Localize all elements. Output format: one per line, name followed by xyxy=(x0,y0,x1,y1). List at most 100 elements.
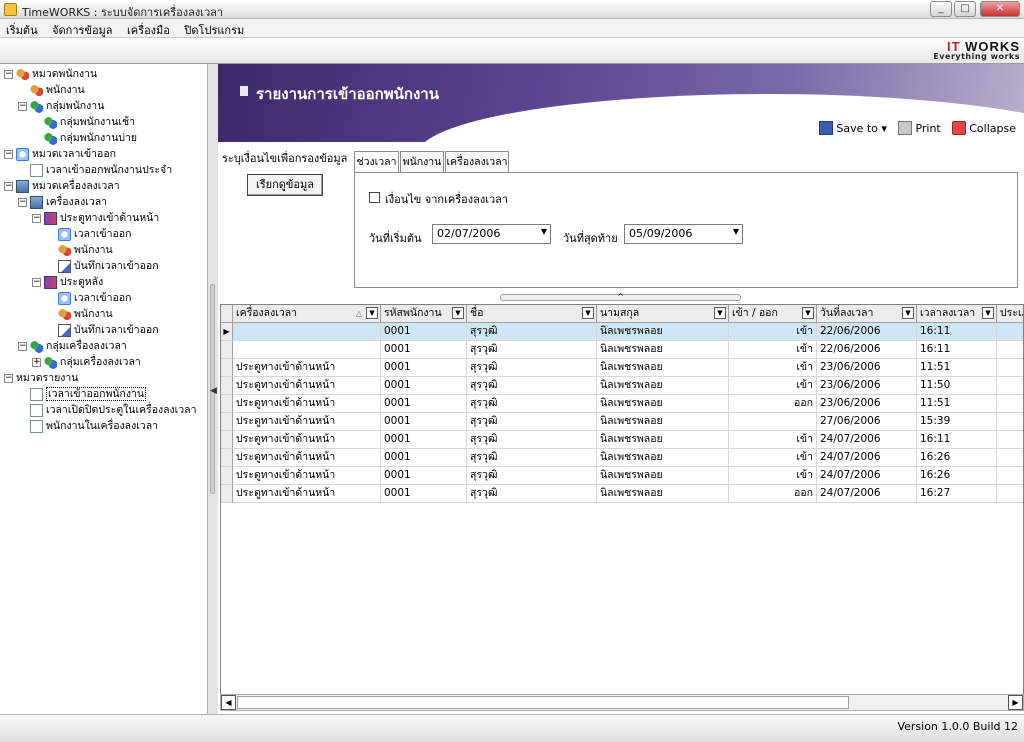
row-indicator[interactable] xyxy=(221,413,233,431)
tree-item[interactable]: เวลาเข้าออก xyxy=(46,290,131,306)
table-cell: 0001 xyxy=(381,341,467,359)
app-icon xyxy=(4,3,17,16)
row-indicator[interactable] xyxy=(221,449,233,467)
collapse-icon[interactable]: − xyxy=(4,149,13,159)
filter-dropdown-icon[interactable]: ▼ xyxy=(982,307,994,319)
fetch-data-button[interactable]: เรียกดูข้อมูล xyxy=(247,174,323,196)
column-header-machine[interactable]: เครื่องลงเวลา △ ▼ xyxy=(233,305,381,323)
menu-manage-data[interactable]: จัดการข้อมูล xyxy=(46,19,117,39)
column-header-employee-id[interactable]: รหัสพนักงาน ▼ xyxy=(381,305,467,323)
row-indicator[interactable] xyxy=(221,395,233,413)
tree-item[interactable]: − หมวดรายงาน xyxy=(4,370,235,447)
row-indicator[interactable]: ▶ xyxy=(221,323,233,341)
machine-condition-checkbox[interactable] xyxy=(369,192,380,203)
collapse-icon[interactable]: − xyxy=(4,181,13,191)
scroll-left-arrow-icon[interactable]: ◀ xyxy=(221,695,236,710)
row-indicator[interactable] xyxy=(221,341,233,359)
end-date-picker[interactable]: 05/09/2006 ▼ xyxy=(624,224,743,244)
tree-item[interactable]: พนักงานในเครื่องลงเวลา xyxy=(18,418,158,434)
table-cell: สุรวุฒิ xyxy=(467,359,597,377)
collapse-button[interactable]: Collapse xyxy=(952,121,1016,135)
collapse-arrow-icon[interactable]: ◀ xyxy=(210,386,217,396)
tree-item[interactable]: − กลุ่มเครื่องลงเวลา xyxy=(18,338,127,354)
tree-item[interactable]: − หมวดพนักงาน xyxy=(4,66,97,82)
scroll-right-arrow-icon[interactable]: ▶ xyxy=(1008,695,1023,710)
filter-collapse-handle[interactable]: ^ xyxy=(500,293,741,301)
table-cell xyxy=(729,413,817,431)
column-header-type[interactable]: ประเภ xyxy=(997,305,1023,323)
tab-employee[interactable]: พนักงาน xyxy=(400,151,444,172)
save-to-button[interactable]: Save to ▾ xyxy=(819,121,887,135)
collapse-icon[interactable]: − xyxy=(18,101,27,111)
tree-item[interactable]: บันทึกเวลาเข้าออก xyxy=(46,258,159,274)
tree-item[interactable]: + กลุ่มเครื่องลงเวลา xyxy=(32,354,141,370)
column-header-label: นามสกุล xyxy=(600,307,640,319)
table-cell: 0001 xyxy=(381,377,467,395)
dropdown-arrow-icon[interactable]: ▼ xyxy=(733,227,739,236)
filter-dropdown-icon[interactable]: ▼ xyxy=(902,307,914,319)
menu-tools[interactable]: เครื่องมือ xyxy=(121,19,175,39)
column-header-last-name[interactable]: นามสกุล ▼ xyxy=(597,305,729,323)
maximize-button[interactable]: □ xyxy=(954,1,976,17)
tree-item[interactable]: − เครื่องลงเวลา xyxy=(18,194,107,210)
table-cell xyxy=(997,323,1023,341)
menu-start[interactable]: เริ่มต้น xyxy=(0,19,43,39)
collapse-icon[interactable]: − xyxy=(32,277,41,287)
tree-item[interactable]: เวลาเปิดปิดประตูในเครื่องลงเวลา xyxy=(18,402,197,418)
tree-item[interactable]: เวลาเข้าออกพนักงาน xyxy=(18,386,147,402)
tree-item[interactable]: − หมวดเวลาเข้าออก xyxy=(4,146,116,162)
tree-item[interactable]: กลุ่มพนักงานบ่าย xyxy=(32,130,137,146)
column-header-time[interactable]: เวลาลงเวลา ▼ xyxy=(917,305,997,323)
table-cell: 16:11 xyxy=(917,431,997,449)
tree-item-label: เวลาเปิดปิดประตูในเครื่องลงเวลา xyxy=(46,404,197,416)
collapse-icon[interactable]: − xyxy=(4,69,13,79)
dropdown-arrow-icon[interactable]: ▼ xyxy=(541,227,547,236)
start-date-label: วันที่เริ่มต้น xyxy=(369,232,422,245)
minimize-button[interactable]: _ xyxy=(930,1,952,17)
collapse-icon[interactable]: − xyxy=(4,373,13,383)
collapse-icon[interactable]: − xyxy=(32,213,41,223)
tree-item[interactable]: บันทึกเวลาเข้าออก xyxy=(46,322,159,338)
column-header-first-name[interactable]: ชื่อ ▼ xyxy=(467,305,597,323)
collapse-icon[interactable]: − xyxy=(18,197,27,207)
tree-item[interactable]: − กลุ่มพนักงาน xyxy=(18,98,104,114)
expand-icon[interactable]: + xyxy=(32,357,41,367)
row-indicator[interactable] xyxy=(221,431,233,449)
horizontal-scrollbar[interactable]: ◀ ▶ xyxy=(220,694,1024,711)
filter-dropdown-icon[interactable]: ▼ xyxy=(714,307,726,319)
filter-dropdown-icon[interactable]: ▼ xyxy=(366,307,378,319)
tree-item-label: พนักงาน xyxy=(74,308,113,320)
tree-item[interactable]: − หมวดเครื่องลงเวลา xyxy=(4,178,120,194)
menu-close-program[interactable]: ปิดโปรแกรม xyxy=(178,19,249,39)
filter-dropdown-icon[interactable]: ▼ xyxy=(582,307,594,319)
scroll-thumb[interactable] xyxy=(237,696,849,709)
column-header-in-out[interactable]: เข้า / ออก ▼ xyxy=(729,305,817,323)
tree-item[interactable]: เวลาเข้าออก xyxy=(46,226,131,242)
collapse-icon[interactable]: − xyxy=(18,341,27,351)
tree-item-label: พนักงานในเครื่องลงเวลา xyxy=(46,420,159,432)
panel-splitter[interactable]: ◀ xyxy=(208,64,218,714)
tree-item[interactable]: กลุ่มพนักงานเช้า xyxy=(32,114,135,130)
table-cell: 0001 xyxy=(381,359,467,377)
tree-item[interactable]: พนักงาน xyxy=(18,82,85,98)
tree-item[interactable]: เวลาเข้าออกพนักงานประจำ xyxy=(18,162,172,178)
table-cell: 16:26 xyxy=(917,449,997,467)
tab-time-machine[interactable]: เครื่องลงเวลา xyxy=(445,151,509,172)
filter-dropdown-icon[interactable]: ▼ xyxy=(802,307,814,319)
tree-item[interactable]: − ประตูทางเข้าด้านหน้า xyxy=(32,210,159,226)
table-cell: เข้า xyxy=(729,323,817,341)
print-button[interactable]: Print xyxy=(898,121,941,135)
version-label: Version 1.0.0 Build 12 xyxy=(897,720,1018,733)
start-date-picker[interactable]: 02/07/2006 ▼ xyxy=(432,224,551,244)
row-indicator[interactable] xyxy=(221,377,233,395)
row-indicator[interactable] xyxy=(221,485,233,503)
tree-item[interactable]: พนักงาน xyxy=(46,242,113,258)
tree-item[interactable]: − ประตูหลัง xyxy=(32,274,103,290)
row-indicator[interactable] xyxy=(221,359,233,377)
tree-item[interactable]: พนักงาน xyxy=(46,306,113,322)
row-indicator[interactable] xyxy=(221,467,233,485)
tab-time-range[interactable]: ช่วงเวลา xyxy=(354,151,399,173)
close-button[interactable]: ✕ xyxy=(980,1,1020,17)
column-header-date[interactable]: วันที่ลงเวลา ▼ xyxy=(817,305,917,323)
filter-dropdown-icon[interactable]: ▼ xyxy=(452,307,464,319)
